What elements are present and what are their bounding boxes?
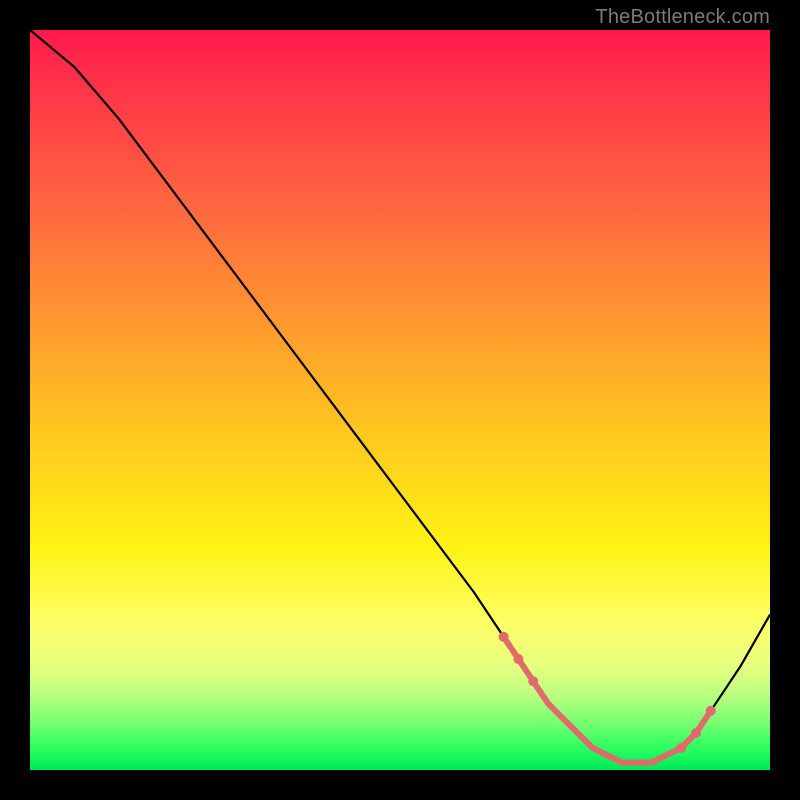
marker-dot bbox=[499, 632, 509, 642]
marker-dot bbox=[706, 706, 716, 716]
optimal-range-markers bbox=[499, 632, 716, 763]
marker-dot bbox=[691, 728, 701, 738]
bottleneck-curve-line bbox=[30, 30, 770, 763]
marker-dot bbox=[528, 676, 538, 686]
marker-dot bbox=[513, 654, 523, 664]
watermark-text: TheBottleneck.com bbox=[595, 6, 770, 29]
chart-area bbox=[30, 30, 770, 770]
marker-dot bbox=[676, 743, 686, 753]
chart-svg bbox=[30, 30, 770, 770]
bottleneck-curve bbox=[30, 30, 770, 763]
